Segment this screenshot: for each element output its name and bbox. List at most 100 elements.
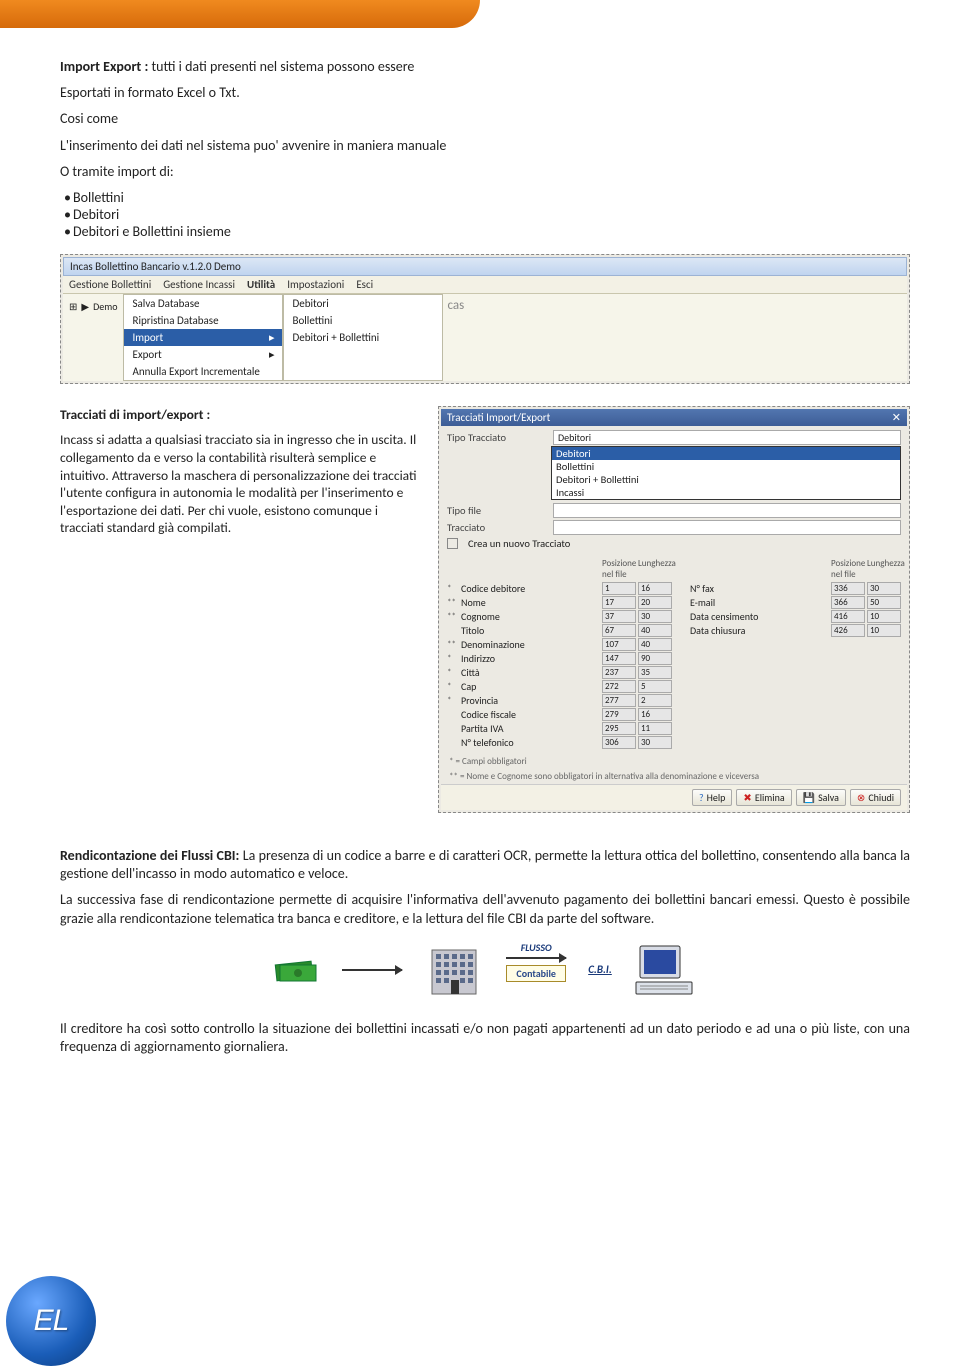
dialog-buttons: ?Help ✖Elimina 💾Salva ⊗Chiudi — [441, 784, 907, 810]
menu-option-import[interactable]: Import ▸ — [124, 329, 282, 346]
fields-grid: Posizione nel file Lunghezza * Codice deb… — [441, 554, 907, 754]
menu-option[interactable]: Salva Database — [124, 295, 282, 312]
field-pos[interactable]: 426 — [831, 624, 865, 637]
field-len[interactable]: 40 — [638, 638, 672, 651]
dropdown-option[interactable]: Debitori — [552, 447, 900, 460]
field-len[interactable]: 16 — [638, 582, 672, 595]
help-button[interactable]: ?Help — [692, 789, 732, 806]
row-tipo-file: Tipo file — [441, 502, 907, 519]
field-name: Data censimento — [690, 610, 829, 623]
contabile-label: Contabile — [506, 965, 566, 982]
crea-nuovo-checkbox[interactable] — [447, 538, 458, 549]
field-name: N° fax — [690, 582, 829, 595]
field-pos[interactable]: 295 — [602, 722, 636, 735]
field-pos[interactable]: 416 — [831, 610, 865, 623]
tree-demo[interactable]: ⊞ ▶ Demo — [63, 294, 123, 319]
submenu-arrow-icon: ▸ — [269, 348, 275, 361]
field-len[interactable]: 30 — [638, 610, 672, 623]
fields-grid-right: Posizione nel file Lunghezza N° fax33630… — [676, 558, 901, 750]
logo-text: EL — [34, 1304, 69, 1338]
menu-item[interactable]: Utilità — [247, 278, 275, 291]
field-len[interactable]: 30 — [638, 736, 672, 749]
field-name: Denominazione — [461, 638, 600, 651]
field-name: Codice debitore — [461, 582, 600, 595]
menu-item[interactable]: Esci — [356, 278, 373, 291]
intro-title: Import Export : — [60, 58, 148, 75]
menu-item[interactable]: Gestione Incassi — [163, 278, 235, 291]
menu-option[interactable]: Debitori + Bollettini — [284, 329, 442, 346]
row-tracciato: Tracciato — [441, 519, 907, 536]
menubar: Gestione Bollettini Gestione Incassi Uti… — [63, 276, 907, 294]
field-pos[interactable]: 279 — [602, 708, 636, 721]
grid-header: Posizione nel file Lunghezza — [676, 558, 901, 580]
field-pos[interactable]: 107 — [602, 638, 636, 651]
tracciato-field[interactable] — [553, 520, 901, 535]
grid-header: Posizione nel file Lunghezza — [447, 558, 672, 580]
field-len[interactable]: 10 — [867, 624, 901, 637]
dropdown-utilities: Salva Database Ripristina Database Impor… — [123, 294, 283, 381]
menu-option[interactable]: Annulla Export Incrementale — [124, 363, 282, 380]
rendicontazione-p1: Rendicontazione dei Flussi CBI: La prese… — [60, 847, 910, 883]
field-len[interactable]: 40 — [638, 624, 672, 637]
field-pos[interactable]: 147 — [602, 652, 636, 665]
elimina-button[interactable]: ✖Elimina — [736, 789, 791, 806]
field-pos[interactable]: 17 — [602, 596, 636, 609]
field-len[interactable]: 30 — [867, 582, 901, 595]
field-pos[interactable]: 37 — [602, 610, 636, 623]
field-row: **Denominazione10740 — [447, 638, 672, 651]
menu-item[interactable]: Impostazioni — [287, 278, 344, 291]
field-pos[interactable]: 366 — [831, 596, 865, 609]
field-pos[interactable]: 277 — [602, 694, 636, 707]
field-len[interactable]: 50 — [867, 596, 901, 609]
salva-button[interactable]: 💾Salva — [796, 789, 846, 806]
field-pos[interactable]: 1 — [602, 582, 636, 595]
field-len[interactable]: 2 — [638, 694, 672, 707]
field-len[interactable]: 5 — [638, 680, 672, 693]
tipo-tracciato-select[interactable]: Debitori — [553, 430, 901, 445]
menu-option[interactable]: Ripristina Database — [124, 312, 282, 329]
menu-option[interactable]: Debitori — [284, 295, 442, 312]
menu-item[interactable]: Gestione Bollettini — [69, 278, 151, 291]
field-row: Data censimento41610 — [676, 610, 901, 623]
field-name: Città — [461, 666, 600, 679]
field-pos[interactable]: 237 — [602, 666, 636, 679]
flusso-label: FLUSSO — [506, 941, 566, 954]
dropdown-stack: ⊞ ▶ Demo Salva Database Ripristina Datab… — [63, 294, 907, 381]
logo-area: cas — [443, 294, 907, 381]
tracciati-body: Incass si adatta a qualsiasi tracciato s… — [60, 431, 420, 536]
bullet-item: Debitori — [64, 206, 910, 223]
chiudi-button[interactable]: ⊗Chiudi — [850, 789, 901, 806]
dropdown-option[interactable]: Bollettini — [552, 460, 900, 473]
close-icon[interactable]: ✕ — [892, 411, 901, 424]
intro-bullets: Bollettini Debitori Debitori e Bollettin… — [64, 189, 910, 240]
field-len[interactable]: 10 — [867, 610, 901, 623]
required-marker: * — [447, 695, 459, 706]
field-pos[interactable]: 336 — [831, 582, 865, 595]
bullet-item: Bollettini — [64, 189, 910, 206]
dropdown-option[interactable]: Debitori + Bollettini — [552, 473, 900, 486]
window-titlebar: Incas Bollettino Bancario v.1.2.0 Demo — [63, 257, 907, 276]
delete-icon: ✖ — [743, 791, 751, 804]
field-row: Data chiusura42610 — [676, 624, 901, 637]
field-row: E-mail36650 — [676, 596, 901, 609]
arrow-1 — [342, 969, 402, 971]
field-len[interactable]: 90 — [638, 652, 672, 665]
required-marker: * — [447, 681, 459, 692]
field-pos[interactable]: 272 — [602, 680, 636, 693]
menu-option[interactable]: Export ▸ — [124, 346, 282, 363]
tree-expand-icon[interactable]: ⊞ — [69, 300, 77, 313]
field-len[interactable]: 20 — [638, 596, 672, 609]
dropdown-option[interactable]: Incassi — [552, 486, 900, 499]
field-pos[interactable]: 306 — [602, 736, 636, 749]
tracciati-window: Tracciati Import/Export ✕ Tipo Tracciato… — [438, 406, 910, 813]
field-pos[interactable]: 67 — [602, 624, 636, 637]
menu-option[interactable]: Bollettini — [284, 312, 442, 329]
intro-para-3: Cosi come — [60, 110, 910, 128]
field-len[interactable]: 11 — [638, 722, 672, 735]
field-len[interactable]: 35 — [638, 666, 672, 679]
field-row: *Indirizzo14790 — [447, 652, 672, 665]
field-name: Partita IVA — [461, 722, 600, 735]
field-len[interactable]: 16 — [638, 708, 672, 721]
tipo-file-field[interactable] — [553, 503, 901, 518]
intro-para-5: O tramite import di: — [60, 163, 910, 181]
